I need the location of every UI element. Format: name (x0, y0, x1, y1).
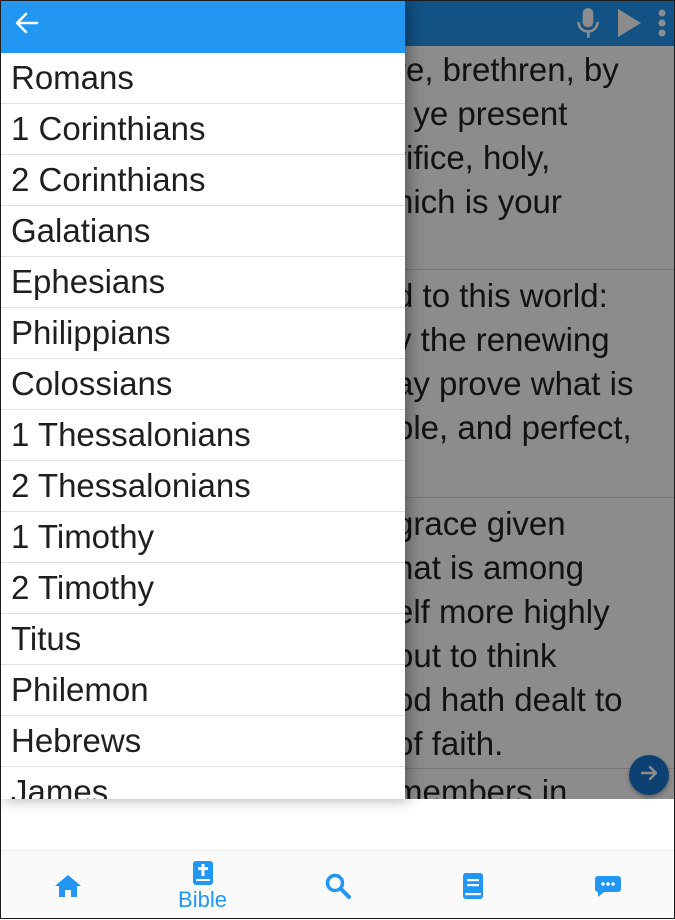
home-icon (53, 873, 83, 899)
nav-reading[interactable] (405, 851, 540, 920)
arrow-left-icon (14, 10, 40, 41)
book-item[interactable]: Titus (0, 614, 405, 665)
book-list: Romans 1 Corinthians 2 Corinthians Galat… (0, 53, 405, 799)
book-item[interactable]: 2 Corinthians (0, 155, 405, 206)
book-drawer: Romans 1 Corinthians 2 Corinthians Galat… (0, 0, 405, 799)
book-item[interactable]: Philemon (0, 665, 405, 716)
book-item[interactable]: James (0, 767, 405, 799)
book-item[interactable]: Ephesians (0, 257, 405, 308)
nav-search[interactable] (270, 851, 405, 920)
book-item[interactable]: Colossians (0, 359, 405, 410)
back-button[interactable] (10, 8, 44, 42)
bible-icon (191, 860, 215, 886)
book-item[interactable]: 1 Timothy (0, 512, 405, 563)
book-item[interactable]: Hebrews (0, 716, 405, 767)
nav-home[interactable] (0, 851, 135, 920)
book-item[interactable]: Galatians (0, 206, 405, 257)
search-icon (324, 872, 352, 900)
book-item[interactable]: 1 Thessalonians (0, 410, 405, 461)
drawer-header (0, 0, 405, 53)
book-item[interactable]: 2 Timothy (0, 563, 405, 614)
chat-icon (594, 873, 622, 899)
nav-bible-label: Bible (178, 886, 227, 912)
book-item[interactable]: 1 Corinthians (0, 104, 405, 155)
book-item[interactable]: 2 Thessalonians (0, 461, 405, 512)
nav-messages[interactable] (540, 851, 675, 920)
nav-bible[interactable]: Bible (135, 851, 270, 920)
bottom-navigation: Bible (0, 850, 675, 920)
book-icon (461, 872, 485, 900)
book-item[interactable]: Philippians (0, 308, 405, 359)
book-item[interactable]: Romans (0, 53, 405, 104)
